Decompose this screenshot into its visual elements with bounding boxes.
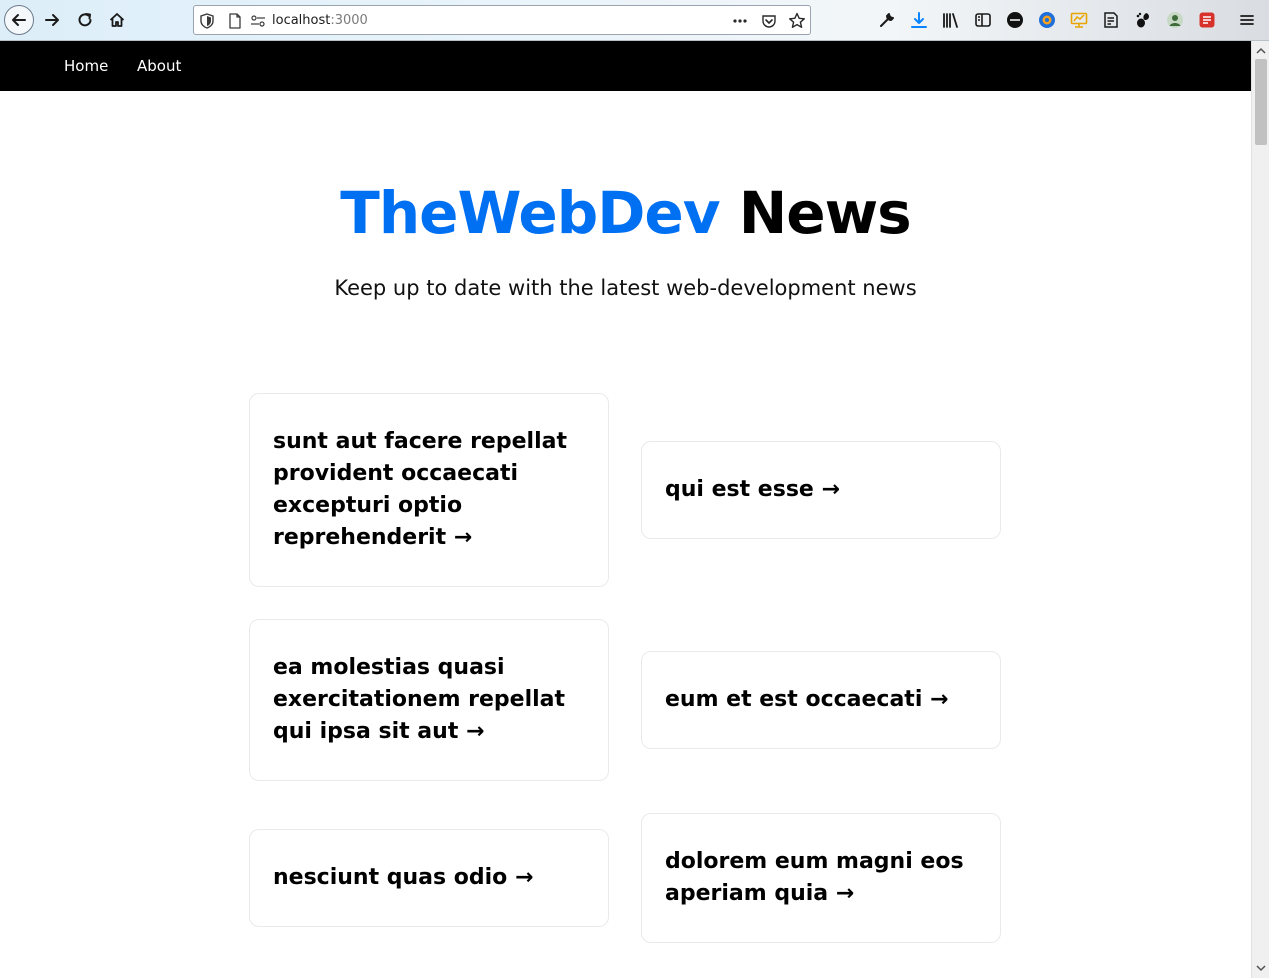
home-button[interactable] — [102, 5, 132, 35]
url-text[interactable]: localhost:3000 — [272, 12, 368, 30]
url-port: :3000 — [330, 13, 368, 28]
library-icon[interactable] — [940, 9, 962, 31]
url-host: localhost — [272, 13, 331, 28]
reload-button[interactable] — [70, 5, 100, 35]
browser-toolbar: localhost:3000 — [0, 0, 1269, 41]
post-title: ea molestias quasi exercitationem repell… — [273, 655, 566, 744]
page-title: TheWebDev News — [0, 175, 1251, 251]
post-card[interactable]: dolorem eum magni eos aperiam quia → — [641, 813, 1001, 943]
brand-name: TheWebDev — [340, 179, 720, 247]
monitor-icon[interactable] — [1068, 9, 1090, 31]
extension-toolbar — [874, 9, 1269, 31]
post-title: dolorem eum magni eos aperiam quia → — [665, 849, 964, 906]
vertical-scrollbar[interactable] — [1251, 41, 1269, 978]
page-icon[interactable] — [226, 12, 244, 30]
post-title: eum et est occaecati → — [665, 687, 949, 712]
post-card[interactable]: ea molestias quasi exercitationem repell… — [249, 619, 609, 781]
wrench-icon[interactable] — [876, 9, 898, 31]
more-dots-icon[interactable] — [731, 12, 749, 30]
title-suffix: News — [719, 179, 912, 247]
post-card[interactable]: nesciunt quas odio → — [249, 829, 609, 927]
nav-link-home[interactable]: Home — [64, 56, 108, 76]
scroll-down-arrow-icon[interactable] — [1252, 960, 1269, 976]
reload-icon — [78, 13, 92, 27]
sidebar-icon[interactable] — [972, 9, 994, 31]
permissions-icon[interactable] — [249, 12, 267, 30]
puzzle-icon[interactable] — [1196, 9, 1218, 31]
post-title: nesciunt quas odio → — [273, 865, 534, 890]
extension-badge-icon[interactable] — [1004, 9, 1026, 31]
hero: TheWebDev News Keep up to date with the … — [0, 175, 1251, 300]
url-bar[interactable]: localhost:3000 — [193, 5, 811, 35]
scroll-up-arrow-icon[interactable] — [1252, 43, 1269, 59]
home-icon — [109, 13, 125, 27]
user-icon[interactable] — [1164, 9, 1186, 31]
site-navbar: Home About — [0, 41, 1251, 91]
tracking-shield-icon[interactable] — [198, 12, 216, 30]
nav-link-about[interactable]: About — [137, 56, 181, 76]
post-title: sunt aut facere repellat provident occae… — [273, 429, 567, 550]
forward-button[interactable] — [37, 5, 67, 35]
post-card[interactable]: eum et est occaecati → — [641, 651, 1001, 749]
page-subtitle: Keep up to date with the latest web-deve… — [334, 276, 917, 300]
back-arrow-icon — [12, 14, 26, 26]
notes-icon[interactable] — [1100, 9, 1122, 31]
menu-icon[interactable] — [1236, 9, 1258, 31]
globe-icon[interactable] — [1036, 9, 1058, 31]
pocket-icon[interactable] — [760, 12, 778, 30]
post-card[interactable]: sunt aut facere repellat provident occae… — [249, 393, 609, 587]
scroll-thumb[interactable] — [1255, 59, 1267, 145]
post-card[interactable]: qui est esse → — [641, 441, 1001, 539]
post-title: qui est esse → — [665, 477, 840, 502]
page-viewport: Home About TheWebDev News Keep up to dat… — [0, 41, 1251, 978]
back-button[interactable] — [4, 5, 34, 35]
download-icon[interactable] — [908, 9, 930, 31]
gnome-icon[interactable] — [1132, 9, 1154, 31]
bookmark-star-icon[interactable] — [788, 12, 806, 30]
forward-arrow-icon — [45, 14, 59, 26]
